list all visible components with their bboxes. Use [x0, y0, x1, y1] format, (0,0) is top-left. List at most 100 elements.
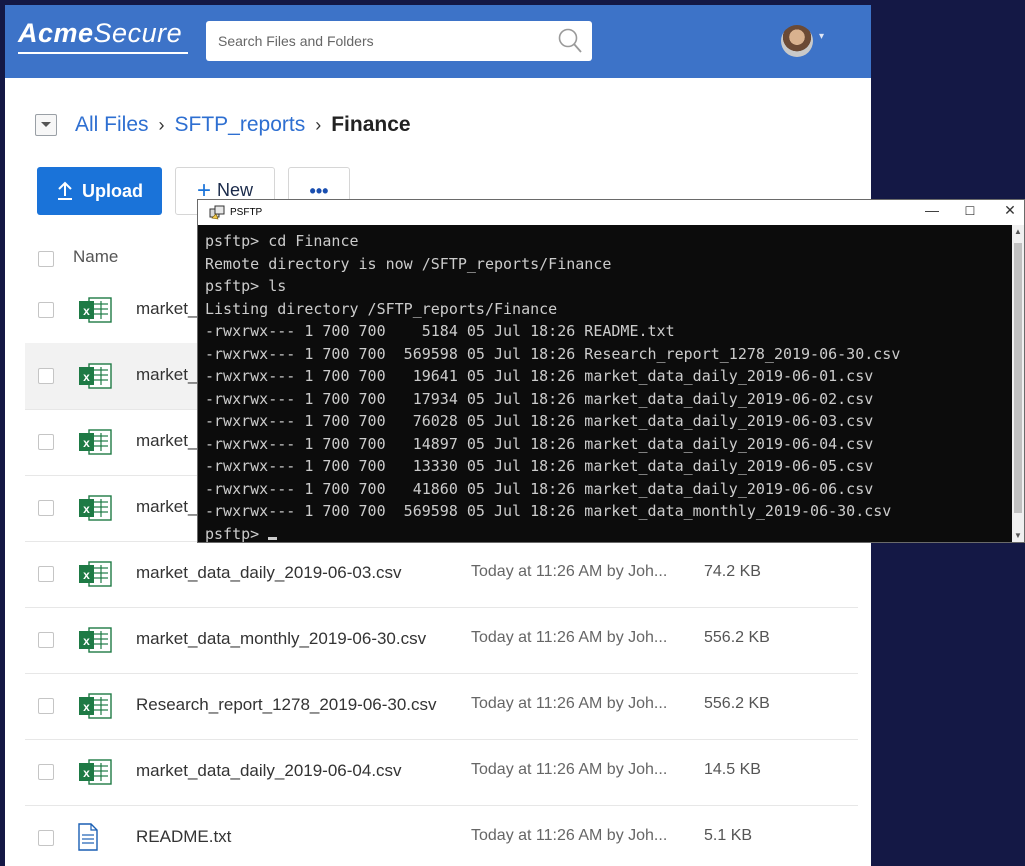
avatar[interactable]: [781, 25, 813, 57]
terminal-line: psftp> ls: [205, 277, 287, 295]
terminal-scrollbar[interactable]: ▲ ▼: [1012, 225, 1024, 542]
file-size: 5.1 KB: [704, 827, 753, 844]
terminal-prompt-line[interactable]: psftp>: [205, 523, 1010, 543]
file-modified: Today at 11:26 AM by Joh...: [471, 761, 668, 778]
close-icon[interactable]: ✕: [990, 202, 1025, 219]
text-file-icon: [77, 823, 99, 856]
terminal-line: Listing directory /SFTP_reports/Finance: [205, 299, 558, 318]
search-input[interactable]: [216, 21, 550, 61]
upload-icon: [58, 181, 72, 200]
file-size: 556.2 KB: [704, 629, 770, 646]
svg-text:x: x: [83, 436, 90, 450]
svg-text:x: x: [83, 304, 90, 318]
table-row[interactable]: x market_data_daily_2019-06-04.csv Today a…: [25, 739, 858, 806]
file-size: 14.5 KB: [704, 761, 761, 778]
file-size: 74.2 KB: [704, 563, 761, 580]
row-checkbox[interactable]: [38, 302, 54, 318]
file-modified: Today at 11:26 AM by Joh...: [471, 827, 668, 844]
terminal-line: -rwxrwx--- 1 700 700 41860 05 Jul 18:26 …: [205, 479, 874, 498]
more-icon: •••: [309, 180, 329, 201]
excel-file-icon: x: [77, 625, 113, 660]
psftp-window: PSFTP — ☐ ✕ psftp> cd Finance Remote dire…: [197, 199, 1025, 543]
row-checkbox[interactable]: [38, 566, 54, 582]
excel-file-icon: x: [77, 295, 113, 330]
terminal-line: -rwxrwx--- 1 700 700 5184 05 Jul 18:26 R…: [205, 322, 675, 340]
file-name[interactable]: market_data_monthly_2019-06-30.csv: [136, 629, 426, 649]
acmesecure-logo[interactable]: AcmeSecure: [18, 18, 182, 49]
breadcrumb-sftp-reports[interactable]: SFTP_reports: [175, 113, 306, 137]
file-name[interactable]: README.txt: [136, 827, 231, 847]
terminal-line: -rwxrwx--- 1 700 700 569598 05 Jul 18:26…: [205, 344, 901, 363]
upload-button[interactable]: Upload: [37, 167, 162, 215]
svg-text:x: x: [83, 766, 90, 780]
file-modified: Today at 11:26 AM by Joh...: [471, 629, 668, 646]
excel-file-icon: x: [77, 559, 113, 594]
terminal-line: -rwxrwx--- 1 700 700 19641 05 Jul 18:26 …: [205, 367, 874, 385]
row-checkbox[interactable]: [38, 368, 54, 384]
row-checkbox[interactable]: [38, 632, 54, 648]
caret-down-icon: [41, 122, 51, 127]
search-icon[interactable]: [556, 27, 584, 60]
text-cursor: [268, 536, 278, 540]
maximize-icon[interactable]: ☐: [950, 204, 990, 218]
table-row[interactable]: x market_data_monthly_2019-06-30.csv Today…: [25, 607, 858, 674]
excel-file-icon: x: [77, 757, 113, 792]
svg-text:x: x: [83, 568, 90, 582]
file-name[interactable]: market_: [136, 365, 197, 385]
putty-icon: [209, 205, 225, 226]
excel-file-icon: x: [77, 361, 113, 396]
svg-text:x: x: [83, 502, 90, 516]
terminal-output[interactable]: psftp> cd Finance Remote directory is now…: [205, 230, 1010, 542]
psftp-title-bar[interactable]: PSFTP — ☐ ✕: [198, 200, 1024, 225]
scrollbar-thumb[interactable]: [1014, 243, 1022, 513]
select-all-checkbox[interactable]: [38, 251, 54, 267]
terminal-line: -rwxrwx--- 1 700 700 14897 05 Jul 18:26 …: [205, 434, 874, 453]
excel-file-icon: x: [77, 691, 113, 726]
table-row[interactable]: README.txt Today at 11:26 AM by Joh... 5.1…: [25, 805, 858, 866]
row-checkbox[interactable]: [38, 500, 54, 516]
terminal-line: -rwxrwx--- 1 700 700 13330 05 Jul 18:26 …: [205, 457, 874, 475]
table-row[interactable]: x market_data_daily_2019-06-03.csv Today a…: [25, 541, 858, 608]
breadcrumb-dropdown[interactable]: [35, 114, 57, 136]
top-bar: AcmeSecure ▾: [5, 5, 871, 78]
file-name[interactable]: market_: [136, 431, 197, 451]
file-modified: Today at 11:26 AM by Joh...: [471, 695, 668, 712]
excel-file-icon: x: [77, 427, 113, 462]
svg-text:x: x: [83, 634, 90, 648]
breadcrumb-separator-icon: ›: [315, 114, 322, 135]
terminal-line: -rwxrwx--- 1 700 700 569598 05 Jul 18:26…: [205, 502, 892, 520]
terminal-line: -rwxrwx--- 1 700 700 76028 05 Jul 18:26 …: [205, 412, 874, 430]
terminal-line: psftp> cd Finance: [205, 232, 359, 250]
file-modified: Today at 11:26 AM by Joh...: [471, 563, 668, 580]
terminal-prompt: psftp>: [205, 524, 269, 543]
breadcrumb-separator-icon: ›: [158, 114, 165, 135]
row-checkbox[interactable]: [38, 830, 54, 846]
row-checkbox[interactable]: [38, 434, 54, 450]
psftp-window-title: PSFTP: [230, 207, 263, 218]
file-name[interactable]: market_data_daily_2019-06-04.csv: [136, 761, 402, 781]
minimize-icon[interactable]: —: [912, 202, 952, 218]
file-name[interactable]: market_: [136, 497, 197, 517]
breadcrumb-all-files[interactable]: All Files: [75, 113, 149, 137]
chevron-down-icon[interactable]: ▾: [819, 31, 824, 42]
excel-file-icon: x: [77, 493, 113, 528]
row-checkbox[interactable]: [38, 764, 54, 780]
file-name[interactable]: Research_report_1278_2019-06-30.csv: [136, 695, 437, 715]
new-button-label: New: [217, 180, 254, 200]
logo-underline: [18, 52, 188, 54]
file-name[interactable]: market_data_daily_2019-06-03.csv: [136, 563, 402, 583]
scroll-down-icon[interactable]: ▼: [1014, 531, 1022, 540]
scroll-up-icon[interactable]: ▲: [1014, 227, 1022, 236]
file-size: 556.2 KB: [704, 695, 770, 712]
upload-button-label: Upload: [82, 180, 143, 201]
terminal-line: Remote directory is now /SFTP_reports/Fi…: [205, 254, 612, 273]
terminal-line: -rwxrwx--- 1 700 700 17934 05 Jul 18:26 …: [205, 389, 874, 408]
breadcrumb-current-folder: Finance: [331, 113, 411, 136]
search-box: [206, 21, 592, 61]
svg-text:x: x: [83, 370, 90, 384]
table-row[interactable]: x Research_report_1278_2019-06-30.csv Toda…: [25, 673, 858, 740]
row-checkbox[interactable]: [38, 698, 54, 714]
file-name[interactable]: market_: [136, 299, 197, 319]
name-column-header[interactable]: Name: [73, 247, 118, 267]
breadcrumb: All Files › SFTP_reports › Finance: [35, 110, 411, 140]
